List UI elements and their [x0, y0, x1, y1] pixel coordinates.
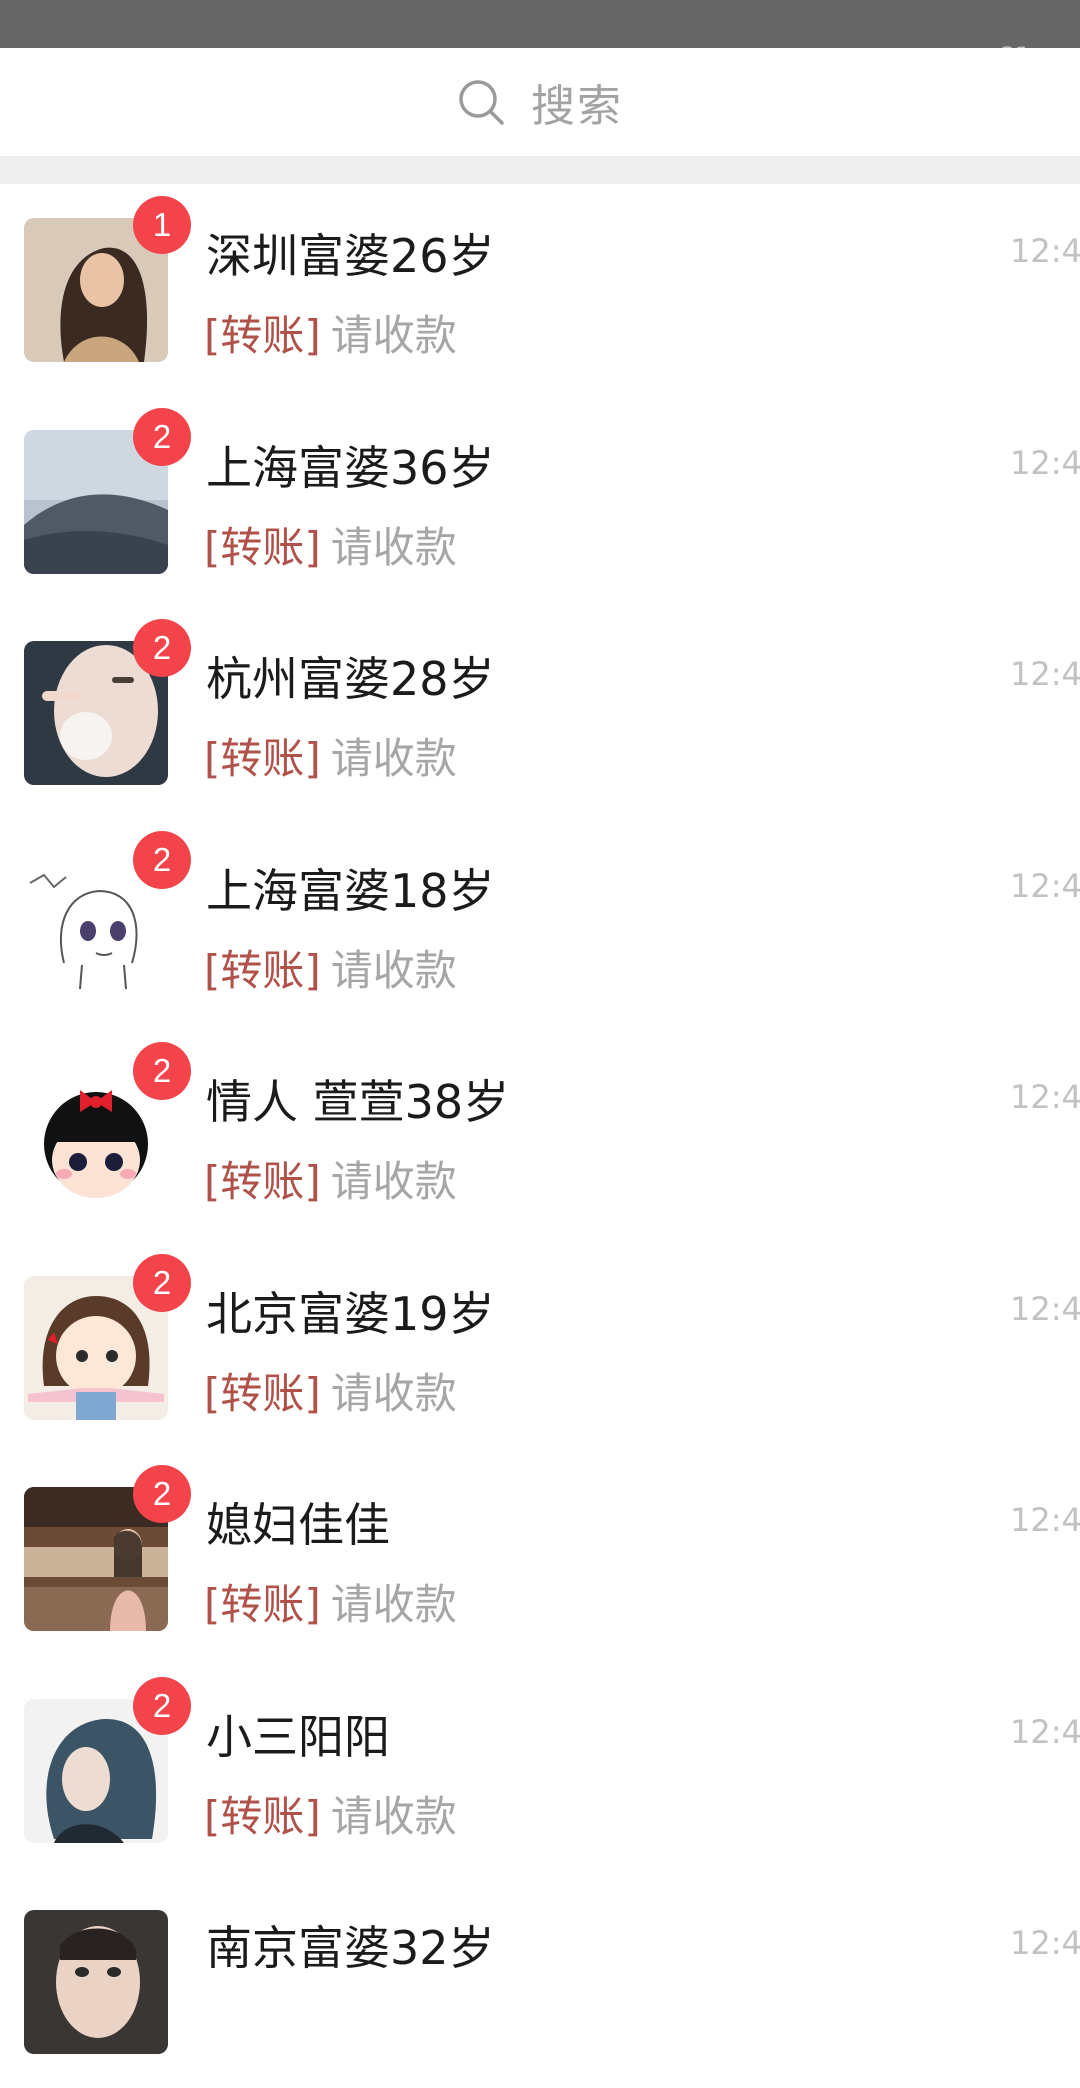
chat-time: 12:4 [1010, 1501, 1080, 1539]
chat-name: 深圳富婆26岁 [206, 229, 495, 283]
chat-row[interactable]: 2 杭州富婆28岁 [转账] 请收款 12:4 [0, 607, 1080, 819]
chat-time: 12:4 [1010, 1924, 1080, 1962]
chat-name: 上海富婆36岁 [206, 440, 495, 495]
transfer-tag: [转账] [204, 945, 321, 995]
chat-message: 请收款 [330, 522, 457, 572]
chat-preview: [转账] 请收款 [204, 514, 457, 575]
chat-message: 请收款 [330, 734, 457, 783]
chat-time: 12:4 [1010, 1078, 1080, 1116]
unread-badge: 2 [133, 1465, 191, 1523]
chat-row[interactable]: 2 情人 萱萱38岁 [转账] 请收款 12:4 [0, 1030, 1080, 1242]
search-icon [457, 78, 505, 126]
unread-badge: 2 [133, 619, 191, 677]
transfer-tag: [转账] [204, 734, 321, 783]
chat-name: 情人 萱萱38岁 [206, 1075, 510, 1129]
chat-preview: [转账] 请收款 [204, 1360, 457, 1421]
unread-badge: 2 [133, 1676, 191, 1735]
chat-time: 12:4 [1010, 866, 1080, 905]
unread-badge: 2 [133, 1042, 191, 1100]
transfer-tag: [转账] [204, 1157, 321, 1206]
unread-badge: 2 [133, 1253, 191, 1312]
chat-message: 请收款 [330, 1157, 457, 1206]
chat-name: 媳妇佳佳 [206, 1498, 390, 1552]
unread-badge: 2 [133, 830, 191, 889]
chat-name: 小三阳阳 [206, 1709, 390, 1764]
chat-message: 请收款 [330, 1791, 457, 1841]
chat-name: 杭州富婆28岁 [206, 652, 495, 706]
chat-row[interactable]: 2 小三阳阳 [转账] 请收款 12:4 [0, 1665, 1080, 1877]
chat-preview: [转账] 请收款 [204, 937, 457, 998]
chat-preview: [转账] 请收款 [204, 302, 457, 363]
transfer-tag: [转账] [204, 1791, 321, 1841]
chat-time: 12:4 [1010, 232, 1080, 270]
chat-message: 请收款 [330, 311, 457, 360]
chat-name: 南京富婆32岁 [206, 1921, 495, 1975]
chat-preview: [转账] 请收款 [204, 1148, 457, 1209]
chat-row[interactable]: 2 上海富婆36岁 [转账] 请收款 12:4 [0, 396, 1080, 608]
transfer-tag: [转账] [204, 1580, 321, 1629]
chat-preview: [转账] 请收款 [204, 1571, 457, 1632]
chat-time: 12:4 [1010, 1712, 1080, 1751]
chat-time: 12:4 [1010, 655, 1080, 693]
chat-preview: [转账] 请收款 [204, 1783, 457, 1844]
unread-badge: 2 [133, 407, 191, 466]
chat-time: 12:4 [1010, 443, 1080, 482]
chat-row[interactable]: 2 上海富婆18岁 [转账] 请收款 12:4 [0, 819, 1080, 1031]
avatar [24, 1910, 168, 2054]
chat-row[interactable]: 2 媳妇佳佳 [转账] 请收款 12:4 [0, 1453, 1080, 1665]
status-bar: 81 [0, 0, 1080, 69]
chat-message: 请收款 [330, 945, 457, 995]
chat-name: 上海富婆18岁 [206, 863, 495, 918]
chat-preview: [转账] 请收款 [204, 725, 457, 786]
divider [0, 156, 1080, 184]
chat-message: 请收款 [330, 1368, 457, 1418]
search-label: 搜索 [531, 81, 623, 132]
chat-row[interactable]: 1 深圳富婆26岁 [转账] 请收款 12:4 [0, 184, 1080, 396]
chat-row[interactable]: 南京富婆32岁 12:4 [0, 1876, 1080, 2088]
unread-badge: 1 [133, 196, 191, 254]
transfer-tag: [转账] [204, 1368, 321, 1418]
chat-time: 12:4 [1010, 1289, 1080, 1328]
transfer-tag: [转账] [204, 311, 321, 360]
chat-list: 1 深圳富婆26岁 [转账] 请收款 12:4 2 上海富婆36岁 [转账] 请收款… [0, 184, 1080, 2088]
chat-name: 北京富婆19岁 [206, 1286, 495, 1341]
chat-row[interactable]: 2 北京富婆19岁 [转账] 请收款 12:4 [0, 1242, 1080, 1454]
search-bar[interactable]: 搜索 [0, 48, 1080, 156]
transfer-tag: [转账] [204, 522, 321, 572]
chat-message: 请收款 [330, 1580, 457, 1629]
